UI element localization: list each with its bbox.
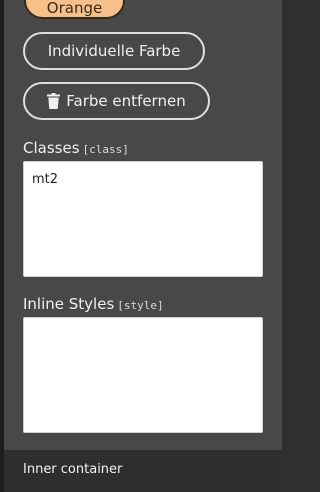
inline-styles-field-label: Inline Styles [style]: [23, 295, 164, 313]
inner-container-label: Inner container: [23, 462, 123, 477]
orange-color-button-label: Orange: [46, 0, 103, 17]
classes-label-text: Classes: [23, 139, 80, 157]
inline-styles-label-text: Inline Styles: [23, 295, 115, 313]
individual-color-button[interactable]: Individuelle Farbe: [23, 32, 205, 70]
inner-container-footer[interactable]: Inner container: [4, 450, 282, 492]
classes-input[interactable]: mt2: [23, 161, 263, 277]
inline-styles-input[interactable]: [23, 317, 263, 433]
remove-color-button[interactable]: Farbe entfernen: [23, 82, 210, 120]
classes-field-label: Classes [class]: [23, 139, 129, 157]
individual-color-button-label: Individuelle Farbe: [47, 42, 181, 60]
classes-attr-hint: [class]: [82, 143, 129, 156]
trash-icon: [47, 93, 61, 109]
inline-styles-attr-hint: [style]: [117, 299, 164, 312]
remove-color-button-label: Farbe entfernen: [66, 92, 186, 110]
settings-panel: Orange Individuelle Farbe Farbe entferne…: [4, 0, 282, 492]
orange-color-button[interactable]: Orange: [24, 0, 125, 19]
